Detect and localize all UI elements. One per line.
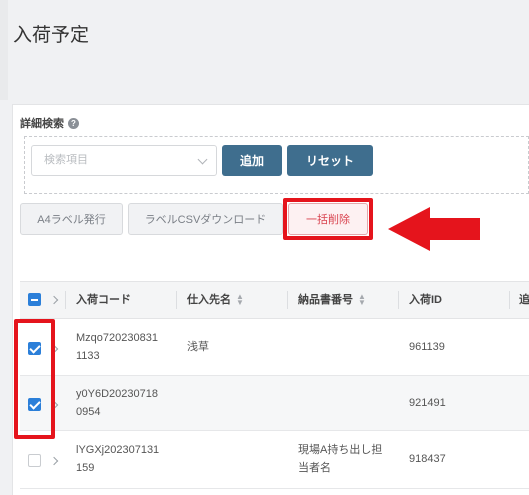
- label-csv-download-button[interactable]: ラベルCSVダウンロード: [128, 203, 283, 235]
- table-row[interactable]: lYGXj202307131 159 現場A持ち出し担 当者名 918437: [20, 431, 529, 489]
- column-header-supplier[interactable]: 仕入先名 ▲ ▼: [187, 282, 244, 318]
- row-code-line2: 0954: [76, 406, 101, 418]
- row-supplier: 浅草: [187, 341, 209, 353]
- row-checkbox[interactable]: [28, 454, 41, 467]
- row-id: 921491: [409, 397, 446, 409]
- a4-label-button[interactable]: A4ラベル発行: [20, 203, 123, 235]
- column-header-invoice-label: 納品書番号: [298, 294, 353, 306]
- highlight-box-bulk-delete: [283, 198, 373, 240]
- row-id: 918437: [409, 453, 446, 465]
- table-row[interactable]: Mzqo720230831 1133 浅草 961139: [20, 319, 529, 376]
- expand-chevron-icon[interactable]: [49, 456, 59, 466]
- table-row-partial: [20, 489, 529, 495]
- row-id: 961139: [409, 341, 445, 353]
- column-separator: [176, 291, 177, 309]
- search-field-select[interactable]: 検索項目: [31, 145, 217, 176]
- help-icon[interactable]: ?: [68, 117, 79, 129]
- column-header-id[interactable]: 入荷ID: [409, 282, 442, 318]
- reset-button[interactable]: リセット: [287, 145, 373, 176]
- row-code-line2: 1133: [76, 350, 100, 362]
- column-separator: [398, 291, 399, 309]
- detail-search-label: 詳細検索 ?: [20, 115, 79, 131]
- row-code-line1: y0Y6D20230718: [76, 388, 158, 400]
- table-row[interactable]: y0Y6D20230718 0954 921491: [20, 376, 529, 431]
- chevron-down-icon: [197, 154, 208, 165]
- select-all-checkbox[interactable]: [28, 293, 41, 306]
- row-code-line1: lYGXj202307131: [76, 444, 160, 456]
- page-title: 入荷予定: [13, 25, 90, 46]
- row-invoice-line2: 当者名: [298, 462, 331, 474]
- row-code-line2: 159: [76, 462, 95, 474]
- sort-icon: ▲ ▼: [358, 292, 366, 308]
- detail-search-title: 詳細検索: [20, 118, 64, 130]
- highlight-box-checkboxes: [14, 319, 55, 439]
- column-separator: [287, 291, 288, 309]
- column-separator: [509, 291, 510, 309]
- sort-icon: ▲ ▼: [236, 292, 244, 308]
- column-header-invoice[interactable]: 納品書番号 ▲ ▼: [298, 282, 366, 318]
- column-header-code[interactable]: 入荷コード: [76, 282, 131, 318]
- row-invoice-line1: 現場A持ち出し担: [298, 444, 383, 456]
- background-strip: [0, 0, 8, 100]
- table-header: 入荷コード 仕入先名 ▲ ▼ 納品書番号 ▲ ▼ 入荷ID 追: [20, 281, 529, 319]
- red-arrow: [388, 207, 480, 251]
- column-separator: [65, 291, 66, 309]
- add-button[interactable]: 追加: [222, 145, 282, 176]
- column-header-next[interactable]: 追: [519, 282, 529, 318]
- expand-chevron-icon: [49, 295, 59, 305]
- row-code-line1: Mzqo720230831: [76, 332, 158, 344]
- search-field-placeholder: 検索項目: [44, 154, 88, 166]
- column-header-supplier-label: 仕入先名: [187, 294, 231, 306]
